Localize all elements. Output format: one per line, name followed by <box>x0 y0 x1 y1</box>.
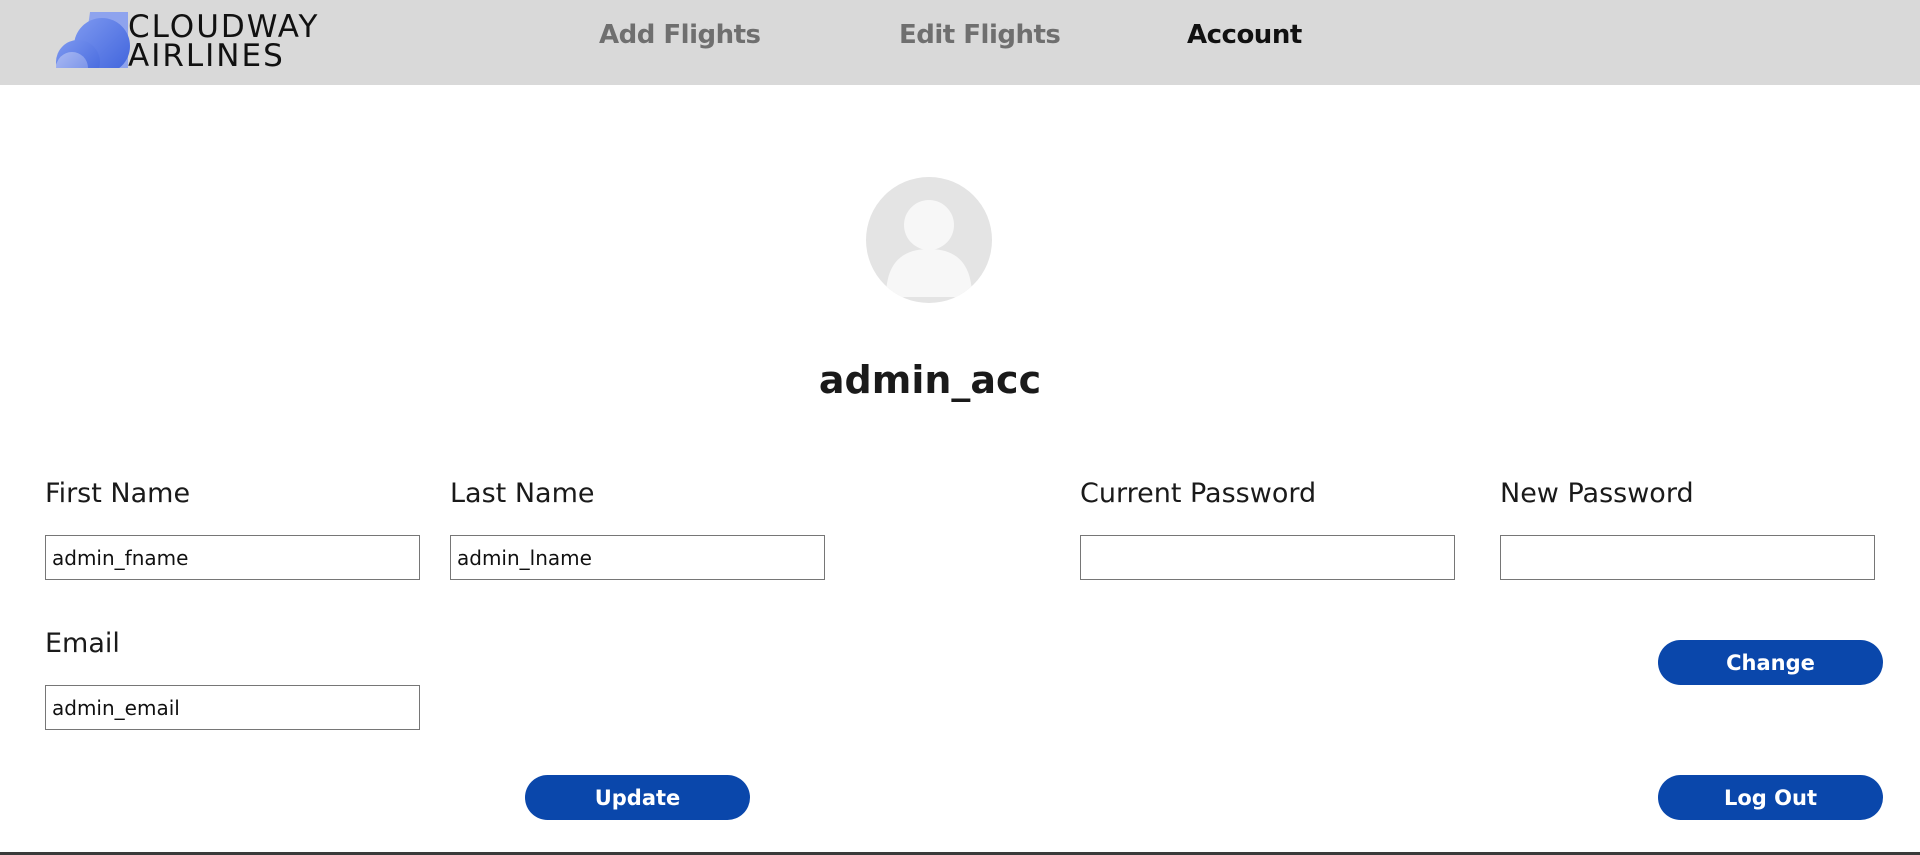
current-password-input[interactable] <box>1080 535 1455 580</box>
first-name-input[interactable] <box>45 535 420 580</box>
last-name-input[interactable] <box>450 535 825 580</box>
change-password-button[interactable]: Change <box>1658 640 1883 685</box>
current-password-label: Current Password <box>1080 478 1317 509</box>
new-password-label: New Password <box>1500 478 1694 509</box>
last-name-label: Last Name <box>450 478 595 509</box>
logout-button[interactable]: Log Out <box>1658 775 1883 820</box>
brand-logo[interactable]: CLOUDWAY AIRLINES <box>50 10 350 72</box>
new-password-input[interactable] <box>1500 535 1875 580</box>
profile-username: admin_acc <box>818 358 1042 402</box>
cloud-icon <box>50 12 132 72</box>
nav-account[interactable]: Account <box>1187 20 1302 50</box>
user-avatar-icon <box>866 177 992 303</box>
nav-add-flights[interactable]: Add Flights <box>599 20 761 50</box>
brand-line2: AIRLINES <box>128 38 285 74</box>
update-button[interactable]: Update <box>525 775 750 820</box>
email-label: Email <box>45 628 120 659</box>
nav-edit-flights[interactable]: Edit Flights <box>899 20 1061 50</box>
email-input[interactable] <box>45 685 420 730</box>
brand-wordmark: CLOUDWAY AIRLINES <box>128 12 319 74</box>
top-navigation-bar: CLOUDWAY AIRLINES Add Flights Edit Fligh… <box>0 0 1920 85</box>
first-name-label: First Name <box>45 478 191 509</box>
